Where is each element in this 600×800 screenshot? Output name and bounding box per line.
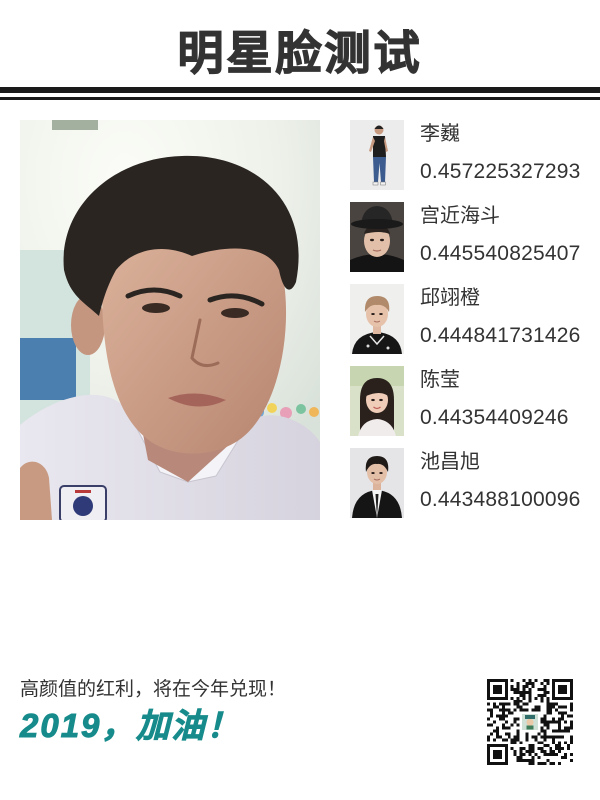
header-divider-thin [0, 97, 600, 100]
result-row: 宫近海斗 0.445540825407 [350, 202, 590, 272]
ceiling-fixture [52, 120, 98, 130]
result-row: 陈莹 0.44354409246 [350, 366, 590, 436]
celebrity-photo [350, 366, 404, 436]
blue-poster [20, 338, 76, 400]
celebrity-name: 宫近海斗 [420, 205, 500, 227]
celebrity-name: 李巍 [420, 123, 460, 145]
page-title: 明星脸测试 [177, 26, 423, 79]
qr-code [487, 679, 573, 765]
left-eye [142, 303, 170, 313]
similarity-score: 0.443488100096 [420, 488, 581, 511]
celebrity-photo [350, 448, 404, 518]
result-row: 邱翊橙 0.444841731426 [350, 284, 590, 354]
shirt-badge [59, 485, 107, 520]
celebrity-name: 邱翊橙 [420, 287, 480, 309]
celebrity-photo [350, 284, 404, 354]
footer-slogan: 高颜值的红利，将在今年兑现！ [20, 679, 287, 700]
similarity-score: 0.444841731426 [420, 324, 581, 347]
header-divider-thick [0, 87, 600, 93]
footer-headline: 2019，加油！ [19, 707, 242, 745]
celebrity-name: 池昌旭 [420, 451, 480, 473]
user-photo [20, 120, 320, 520]
celebrity-photo [350, 202, 404, 272]
qr-center-logo [520, 712, 540, 732]
similarity-score: 0.445540825407 [420, 242, 581, 265]
result-row: 李巍 0.457225327293 [350, 120, 590, 190]
celebrity-name: 陈莹 [420, 369, 460, 391]
result-row: 池昌旭 0.443488100096 [350, 448, 590, 518]
similarity-score: 0.457225327293 [420, 160, 581, 183]
similarity-score: 0.44354409246 [420, 406, 569, 429]
right-eye [221, 308, 249, 318]
user-photo-image [20, 120, 320, 520]
celebrity-photo [350, 120, 404, 190]
